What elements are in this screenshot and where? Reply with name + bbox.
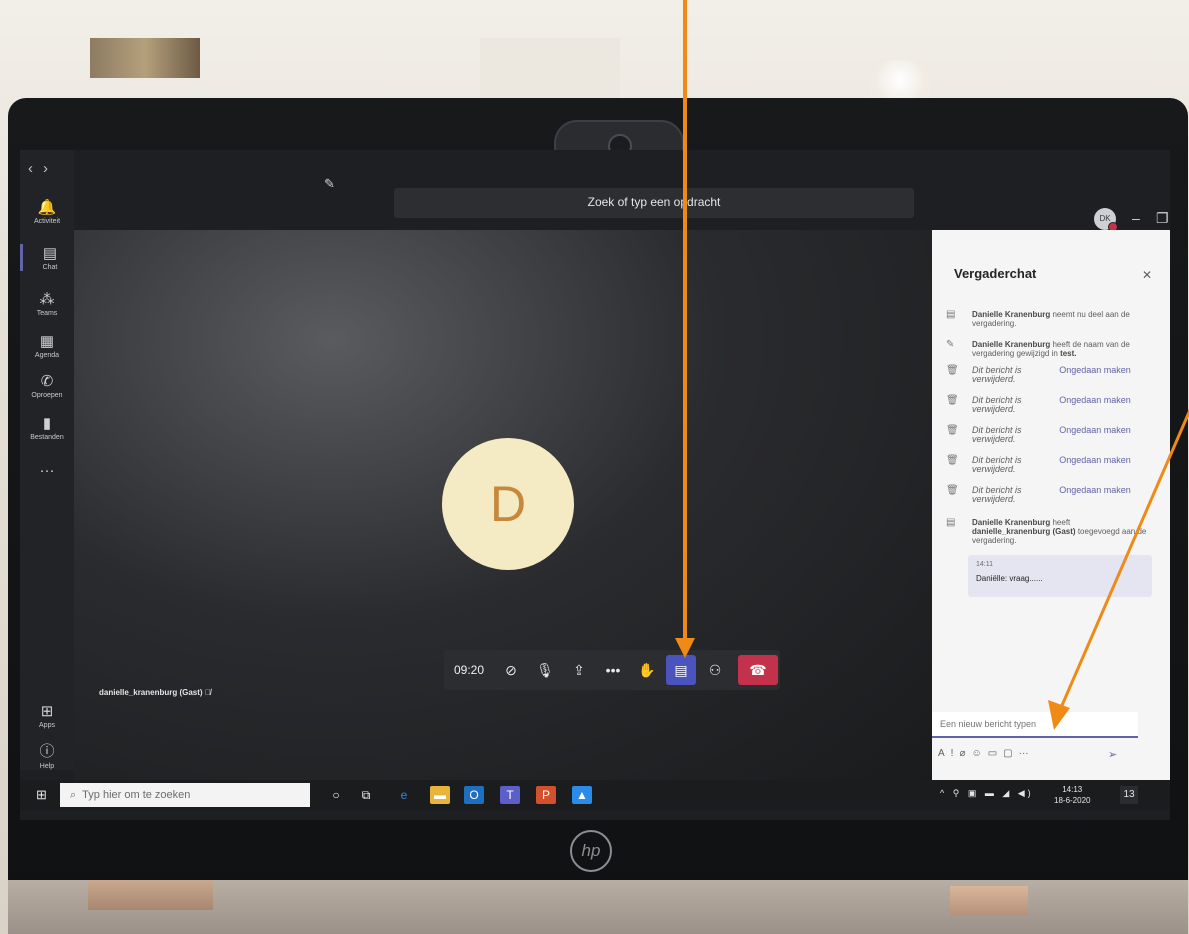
compose-icon[interactable]: ✎	[324, 176, 335, 192]
teams-icon: ⁂	[39, 291, 55, 308]
outlook-icon[interactable]: O	[464, 786, 484, 804]
annotation-arrow-head	[675, 638, 695, 658]
important-icon[interactable]: !	[951, 748, 954, 759]
phone-hangup-icon: ☎	[749, 661, 767, 678]
windows-start-icon[interactable]: ⊞	[36, 787, 47, 803]
minimize-icon[interactable]: –	[1132, 210, 1140, 226]
help-icon: ⓘ	[39, 743, 55, 760]
hand-icon: ✋	[638, 661, 656, 678]
hang-up-button[interactable]: ☎	[738, 655, 779, 685]
camera-off-icon: ⊘	[505, 661, 517, 678]
mic-muted-icon: 🎙̸	[204, 688, 211, 697]
maximize-icon[interactable]: ❐	[1156, 210, 1169, 227]
mic-off-button[interactable]: 🎙	[530, 655, 560, 685]
photos-icon[interactable]: ▲	[572, 786, 592, 804]
task-view-icon[interactable]: ⧉	[356, 786, 376, 804]
meeting-stage: D danielle_kranenburg (Gast) 🎙̸ 09:20 ⊘ …	[74, 230, 934, 780]
rail-item-teams[interactable]: ⁂ Teams	[20, 290, 74, 317]
files-icon: ▮	[42, 415, 52, 432]
powerpoint-icon[interactable]: P	[536, 786, 556, 804]
chat-icon: ▤	[42, 245, 58, 262]
send-icon[interactable]: ➢	[1108, 748, 1117, 761]
call-controls: 09:20 ⊘ 🎙 ⇪ ••• ✋ ▤ ⚇ ☎	[444, 650, 781, 690]
share-icon: ⇪	[573, 661, 585, 678]
camera-off-button[interactable]: ⊘	[496, 655, 526, 685]
meeting-event-icon: ▤	[946, 309, 956, 320]
more-icon: ···	[39, 462, 55, 479]
share-screen-button[interactable]: ⇪	[564, 655, 594, 685]
taskbar-search[interactable]: ⌕ Typ hier om te zoeken	[60, 783, 310, 807]
rail-item-activity[interactable]: 🔔 Activiteit	[20, 198, 74, 225]
title-bar: ✎ Zoek of typ een opdracht DK – ❐ ✕	[74, 150, 1170, 232]
phone-icon: ✆	[40, 373, 54, 390]
undo-delete-link[interactable]: Ongedaan maken	[1058, 366, 1132, 375]
apps-icon: ⊞	[40, 703, 54, 720]
attach-icon[interactable]: ⌀	[959, 748, 965, 759]
call-timer: 09:20	[454, 663, 485, 677]
teams-taskbar-icon[interactable]: T	[500, 786, 520, 804]
people-icon: ⚇	[708, 661, 722, 678]
format-icon[interactable]: A	[938, 748, 945, 759]
close-chat-icon[interactable]: ✕	[1142, 268, 1152, 282]
gif-icon[interactable]: ▭	[988, 748, 997, 759]
windows-taskbar: ⊞ ⌕ Typ hier om te zoeken ○ ⧉ e ▬ O T P ▲…	[20, 780, 1170, 810]
more-options-icon[interactable]: ···	[1019, 748, 1029, 759]
more-actions-button[interactable]: •••	[598, 655, 628, 685]
chat-icon: ▤	[674, 661, 688, 678]
background-window	[480, 38, 620, 98]
hinge-left	[88, 880, 213, 910]
chat-panel-title: Vergaderchat	[954, 266, 1037, 281]
rail-item-apps[interactable]: ⊞ Apps	[20, 702, 74, 729]
ellipsis-icon: •••	[605, 662, 621, 678]
user-avatar[interactable]: DK	[1094, 208, 1118, 232]
message-timestamp: 14:11	[976, 561, 993, 568]
edge-icon[interactable]: e	[394, 786, 414, 804]
wall-painting	[90, 38, 200, 78]
rail-item-calls[interactable]: ✆ Oproepen	[20, 372, 74, 399]
composer-toolbar: A ! ⌀ ☺ ▭ ▢ ···	[938, 748, 1029, 759]
trash-icon: 🗑	[946, 395, 959, 406]
trash-icon: 🗑	[946, 455, 959, 466]
pencil-icon: ✎	[946, 339, 955, 350]
system-tray[interactable]: ^ ⚲ ▣ ▬ ◢ ◀)	[940, 788, 1034, 799]
trash-icon: 🗑	[946, 485, 959, 496]
trash-icon: 🗑	[946, 425, 959, 436]
file-explorer-icon[interactable]: ▬	[430, 786, 450, 804]
search-icon: ⌕	[70, 789, 77, 801]
cortana-icon[interactable]: ○	[326, 786, 346, 804]
participant-avatar: D	[442, 438, 574, 570]
bell-icon: 🔔	[37, 199, 57, 216]
participants-button[interactable]: ⚇	[700, 655, 730, 685]
participant-label: danielle_kranenburg (Gast) 🎙̸	[99, 688, 211, 697]
background-lamp	[870, 60, 930, 100]
command-search-box[interactable]: Zoek of typ een opdracht	[394, 188, 914, 218]
hp-logo: hp	[570, 830, 612, 872]
rail-item-help[interactable]: ⓘ Help	[20, 740, 74, 770]
mic-off-icon: 🎙	[536, 661, 554, 678]
show-chat-button[interactable]: ▤	[666, 655, 697, 685]
calendar-icon: ▦	[39, 333, 55, 350]
rail-item-chat[interactable]: ▤ Chat	[20, 244, 77, 271]
taskbar-clock[interactable]: 14:13 18-6-2020	[1054, 784, 1090, 806]
left-app-bar: ‹› 🔔 Activiteit ▤ Chat ⁂ Teams ▦ Agenda ✆ Opr…	[20, 150, 74, 770]
meeting-event-icon: ▤	[946, 517, 956, 528]
rail-item-calendar[interactable]: ▦ Agenda	[20, 332, 74, 359]
sticker-icon[interactable]: ▢	[1003, 748, 1012, 759]
emoji-icon[interactable]: ☺	[971, 748, 981, 759]
nav-arrows[interactable]: ‹›	[28, 160, 58, 177]
hinge-right	[950, 886, 1028, 916]
raise-hand-button[interactable]: ✋	[632, 655, 662, 685]
notification-center-icon[interactable]: 13	[1120, 786, 1138, 804]
rail-item-files[interactable]: ▮ Bestanden	[20, 414, 74, 441]
more-apps-button[interactable]: ···	[20, 462, 74, 481]
message-text: Daniëlle: vraag......	[976, 574, 1043, 583]
trash-icon: 🗑	[946, 365, 959, 376]
annotation-arrow-message-input	[1048, 409, 1189, 730]
annotation-arrow-chat-button	[683, 0, 687, 640]
teams-window: ‹› 🔔 Activiteit ▤ Chat ⁂ Teams ▦ Agenda ✆ Opr…	[20, 150, 1170, 820]
